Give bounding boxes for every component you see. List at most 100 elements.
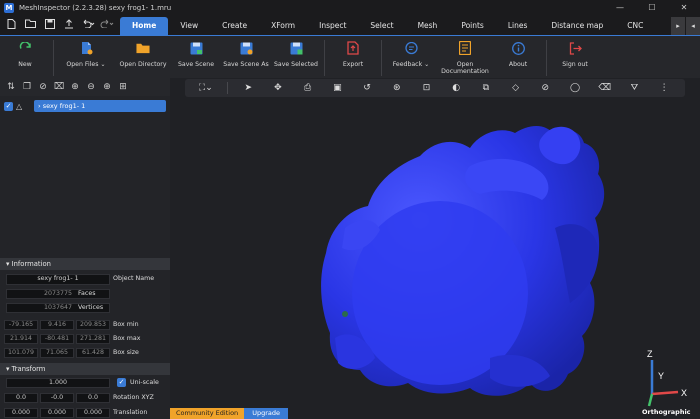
- ribbon-toolbar: New Open Files ⌄ Open Directory Save Sce…: [0, 35, 700, 78]
- new-button[interactable]: New: [0, 36, 50, 68]
- tab-xform[interactable]: XForm: [259, 17, 307, 35]
- save-icon[interactable]: [40, 18, 59, 32]
- box-min-z: 209.853: [76, 320, 110, 330]
- faces-label: Faces: [78, 290, 96, 297]
- chevron-right-icon: ›: [38, 102, 41, 110]
- about-button[interactable]: About: [493, 36, 543, 68]
- tab-view[interactable]: View: [168, 17, 210, 35]
- export-icon[interactable]: [59, 18, 78, 32]
- open-directory-icon: [136, 41, 150, 55]
- rotation-z-input[interactable]: 0.0: [76, 393, 110, 403]
- tab-distance-map[interactable]: Distance map: [539, 17, 615, 35]
- y-axis-label: Y: [658, 371, 664, 381]
- new-icon: [18, 41, 32, 55]
- uniscale-checkbox[interactable]: ✓: [117, 378, 126, 387]
- delete-icon[interactable]: ⌧: [51, 82, 67, 92]
- ribbon-separator: [381, 40, 382, 76]
- translation-x-input[interactable]: 0.000: [4, 408, 38, 418]
- tab-lines[interactable]: Lines: [496, 17, 540, 35]
- layers-icon[interactable]: ❐: [19, 82, 35, 92]
- save-scene-icon: [189, 41, 203, 55]
- ribbon-scroll-right-button[interactable]: ▸: [671, 17, 685, 35]
- minimize-button[interactable]: —: [604, 3, 636, 12]
- move-down-icon[interactable]: ⊖: [83, 82, 99, 92]
- rotation-label: Rotation XYZ: [113, 394, 154, 401]
- sign-out-icon: [568, 41, 582, 55]
- save-selected-icon: [289, 41, 303, 55]
- box-size-x: 101.079: [4, 348, 38, 358]
- move-up-icon[interactable]: ⊕: [67, 82, 83, 92]
- box-min-label: Box min: [113, 321, 139, 328]
- tab-select[interactable]: Select: [358, 17, 405, 35]
- ribbon-separator: [53, 40, 54, 76]
- mesh-type-icon: △: [16, 101, 23, 111]
- rotation-y-input[interactable]: -0.0: [40, 393, 74, 403]
- chevron-down-icon: ⌄: [100, 61, 106, 68]
- translation-z-input[interactable]: 0.000: [76, 408, 110, 418]
- ribbon-tabs: Home View Create XForm Inspect Select Me…: [120, 17, 655, 35]
- object-name-field[interactable]: sexy frog1- 1: [6, 274, 110, 285]
- box-size-label: Box size: [113, 349, 139, 356]
- expand-icon[interactable]: ⊞: [115, 82, 131, 92]
- undo-icon[interactable]: [78, 19, 97, 31]
- box-max-z: 271.281: [76, 334, 110, 344]
- box-min-y: 9.416: [40, 320, 74, 330]
- close-button[interactable]: ✕: [668, 3, 700, 12]
- maximize-button[interactable]: ☐: [636, 3, 668, 12]
- edition-bar: Community Edition Upgrade: [170, 408, 288, 419]
- box-size-y: 71.065: [40, 348, 74, 358]
- file-icon[interactable]: [2, 18, 21, 32]
- translation-y-input[interactable]: 0.000: [40, 408, 74, 418]
- axis-gizmo: Z Y X: [647, 349, 687, 407]
- tab-mesh[interactable]: Mesh: [406, 17, 450, 35]
- sort-icon[interactable]: ⇅: [3, 82, 19, 92]
- redo-icon[interactable]: [97, 19, 116, 31]
- chevron-down-icon: ⌄: [424, 61, 430, 68]
- hide-icon[interactable]: ⊘: [35, 82, 51, 92]
- ribbon-scroll-left-button[interactable]: ◂: [686, 17, 700, 35]
- rotation-x-input[interactable]: 0.0: [4, 393, 38, 403]
- tree-item[interactable]: ✓ △ › sexy frog1- 1: [4, 100, 166, 112]
- left-panel: ⇅ ❐ ⊘ ⌧ ⊕ ⊖ ⊕ ⊞ ✓ △ › sexy frog1- 1 ▾ In…: [0, 78, 170, 419]
- z-axis-label: Z: [647, 349, 653, 359]
- export-button[interactable]: Export: [328, 36, 378, 68]
- tab-create[interactable]: Create: [210, 17, 259, 35]
- open-files-button[interactable]: Open Files ⌄: [57, 36, 115, 68]
- uniscale-label: Uni-scale: [130, 379, 159, 386]
- save-selected-button[interactable]: Save Selected: [271, 36, 321, 68]
- upgrade-button[interactable]: Upgrade: [244, 408, 288, 419]
- box-min-x: -79.165: [4, 320, 38, 330]
- box-max-y: -80.481: [40, 334, 74, 344]
- quick-access-toolbar: [0, 15, 116, 35]
- 3d-viewport[interactable]: ⛶⌄ ➤ ✥ ⎙ ▣ ↺ ⊛ ⊡ ◐ ⧉ ◇ ⊘ ◯ ⌫ ⛛ ⋮ Z Y X O…: [170, 78, 700, 419]
- ribbon-separator: [546, 40, 547, 76]
- open-directory-button[interactable]: Open Directory: [115, 36, 171, 68]
- tab-cnc[interactable]: CNC: [615, 17, 655, 35]
- feedback-icon: [404, 41, 418, 55]
- save-scene-as-button[interactable]: Save Scene As: [221, 36, 271, 68]
- tree-item-label[interactable]: › sexy frog1- 1: [34, 100, 166, 112]
- documentation-icon: [458, 41, 472, 55]
- feedback-button[interactable]: Feedback ⌄: [385, 36, 437, 68]
- visibility-checkbox[interactable]: ✓: [4, 101, 13, 111]
- tab-points[interactable]: Points: [449, 17, 496, 35]
- ribbon-separator: [324, 40, 325, 76]
- open-documentation-button[interactable]: Open Documentation: [437, 36, 493, 75]
- scene-toolbar: ⇅ ❐ ⊘ ⌧ ⊕ ⊖ ⊕ ⊞: [0, 78, 170, 96]
- about-icon: [511, 41, 525, 55]
- transform-header[interactable]: ▾ Transform: [0, 363, 170, 375]
- scale-input[interactable]: 1.000: [6, 378, 110, 388]
- sign-out-button[interactable]: Sign out: [550, 36, 600, 68]
- collapse-icon: ▾: [6, 365, 10, 373]
- frog-mesh[interactable]: [170, 78, 700, 419]
- open-files-icon: [79, 41, 93, 55]
- folder-icon[interactable]: [21, 19, 40, 31]
- add-icon[interactable]: ⊕: [99, 82, 115, 92]
- tab-home[interactable]: Home: [120, 17, 169, 35]
- save-scene-button[interactable]: Save Scene: [171, 36, 221, 68]
- x-axis: [651, 390, 679, 396]
- save-scene-as-icon: [239, 41, 253, 55]
- information-header[interactable]: ▾ Information: [0, 258, 170, 270]
- tab-inspect[interactable]: Inspect: [307, 17, 358, 35]
- box-max-label: Box max: [113, 335, 141, 342]
